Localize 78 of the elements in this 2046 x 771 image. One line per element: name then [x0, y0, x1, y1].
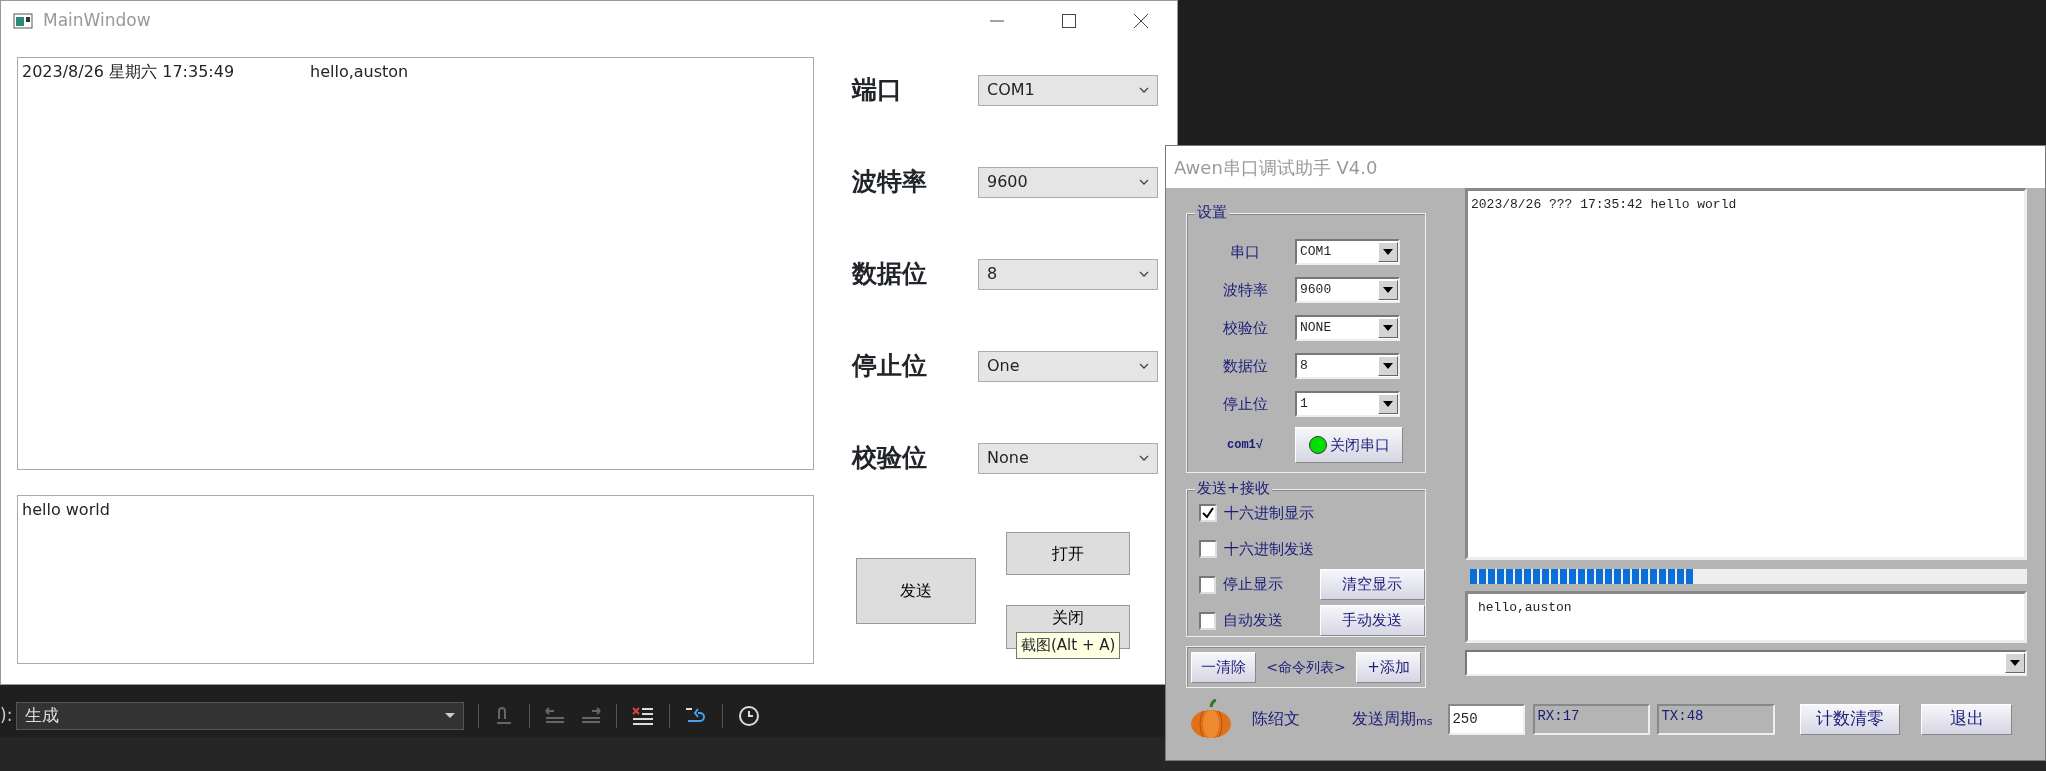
tooltip: 截图(Alt + A): [1016, 632, 1121, 659]
setting-dropdown[interactable]: COM1: [1295, 239, 1400, 265]
timestamp-text: 2023/8/26 星期六 17:35:49: [22, 61, 236, 83]
checkbox-label: 十六进制发送: [1224, 538, 1315, 560]
toolbar-label: ):: [0, 704, 13, 728]
checkbox[interactable]: [1199, 611, 1217, 630]
dropdown-arrow-icon: [1383, 363, 1393, 369]
caret-icon: [445, 713, 456, 719]
period-input[interactable]: 250: [1448, 703, 1526, 735]
chevron-down-icon: [1139, 86, 1149, 94]
author-text: 陈绍文: [1252, 708, 1300, 730]
port-status-text: com1√: [1226, 437, 1264, 454]
send-textbox[interactable]: hello,auston: [1465, 591, 2027, 643]
receive-textbox[interactable]: 2023/8/26 ??? 17:35:42 hello world: [1465, 188, 2027, 560]
dropdown-arrow-icon: [1383, 287, 1393, 293]
setting-dropdown[interactable]: COM1: [978, 74, 1158, 106]
chevron-down-icon: [1139, 270, 1149, 278]
chevron-down-icon: [1139, 362, 1149, 370]
setting-label: 停止位: [852, 350, 928, 383]
group-title: 发送+接收: [1195, 479, 1272, 497]
setting-dropdown[interactable]: None: [978, 442, 1158, 474]
dropdown-arrow-icon: [1383, 401, 1393, 407]
receive-textbox[interactable]: 2023/8/26 星期六 17:35:49 hello,auston: [17, 57, 814, 470]
command-list-label: <命令列表>: [1266, 657, 1346, 677]
setting-dropdown[interactable]: NONE: [1295, 315, 1400, 341]
tx-counter: TX:48: [1657, 703, 1776, 735]
window-title: Awen串口调试助手 V4.0: [1166, 146, 2045, 188]
setting-dropdown[interactable]: 8: [1295, 353, 1400, 379]
exit-button[interactable]: 退出: [1921, 703, 2013, 735]
send-textbox[interactable]: hello world: [17, 495, 814, 664]
setting-dropdown[interactable]: 9600: [978, 166, 1158, 198]
configuration-dropdown[interactable]: 生成: [16, 702, 465, 730]
message-text: hello,auston: [310, 62, 409, 81]
action-button[interactable]: 手动发送: [1319, 605, 1425, 636]
period-label: 发送周期: [1352, 708, 1416, 730]
setting-label: 串口: [1229, 241, 1261, 263]
checkbox[interactable]: [1199, 539, 1217, 558]
dropdown-arrow-icon: [2010, 660, 2020, 666]
setting-dropdown[interactable]: 9600: [1295, 277, 1400, 303]
window-title: MainWindow: [43, 9, 151, 33]
command-dropdown[interactable]: [1465, 650, 2027, 676]
app-icon: [13, 13, 33, 29]
send-button[interactable]: 发送: [856, 557, 976, 624]
clear-button[interactable]: 一清除: [1191, 651, 1256, 683]
dropdown-arrow-icon: [1383, 325, 1393, 331]
checkbox-label: 十六进制显示: [1224, 503, 1315, 524]
setting-label: 波特率: [1221, 279, 1269, 301]
unit-label: ms: [1416, 713, 1433, 730]
port-toggle-button[interactable]: 关闭串口: [1295, 427, 1403, 463]
setting-label: 端口: [852, 74, 903, 107]
check-icon: [1202, 507, 1214, 520]
setting-label: 波特率: [852, 166, 928, 199]
setting-label: 校验位: [852, 442, 928, 475]
action-button[interactable]: 清空显示: [1319, 569, 1425, 600]
setting-dropdown[interactable]: 1: [1295, 391, 1400, 417]
chevron-down-icon: [1139, 178, 1149, 186]
close-icon[interactable]: [1132, 12, 1150, 30]
clock-icon[interactable]: [737, 704, 762, 728]
rx-counter: RX:17: [1533, 703, 1651, 735]
chevron-down-icon: [1139, 454, 1149, 462]
setting-dropdown[interactable]: 8: [978, 258, 1158, 290]
pumpkin-icon: [1189, 699, 1233, 739]
checkbox[interactable]: [1199, 575, 1217, 594]
setting-label: 校验位: [1221, 317, 1269, 339]
checkbox-label: 停止显示: [1223, 574, 1285, 596]
setting-label: 停止位: [1221, 393, 1269, 415]
dropdown-arrow-icon: [1383, 249, 1393, 255]
setting-label: 数据位: [1221, 355, 1269, 377]
add-button[interactable]: +添加: [1356, 651, 1421, 683]
checkbox-label: 自动发送: [1223, 610, 1285, 632]
maximize-icon[interactable]: [1060, 12, 1078, 30]
group-title: 设置: [1195, 203, 1229, 221]
checkbox[interactable]: [1199, 504, 1217, 523]
setting-label: 数据位: [852, 258, 928, 291]
open-button[interactable]: 打开: [1006, 532, 1130, 575]
clear-list-icon[interactable]: [631, 705, 656, 727]
setting-dropdown[interactable]: One: [978, 350, 1158, 382]
reset-count-button[interactable]: 计数清零: [1800, 703, 1901, 735]
